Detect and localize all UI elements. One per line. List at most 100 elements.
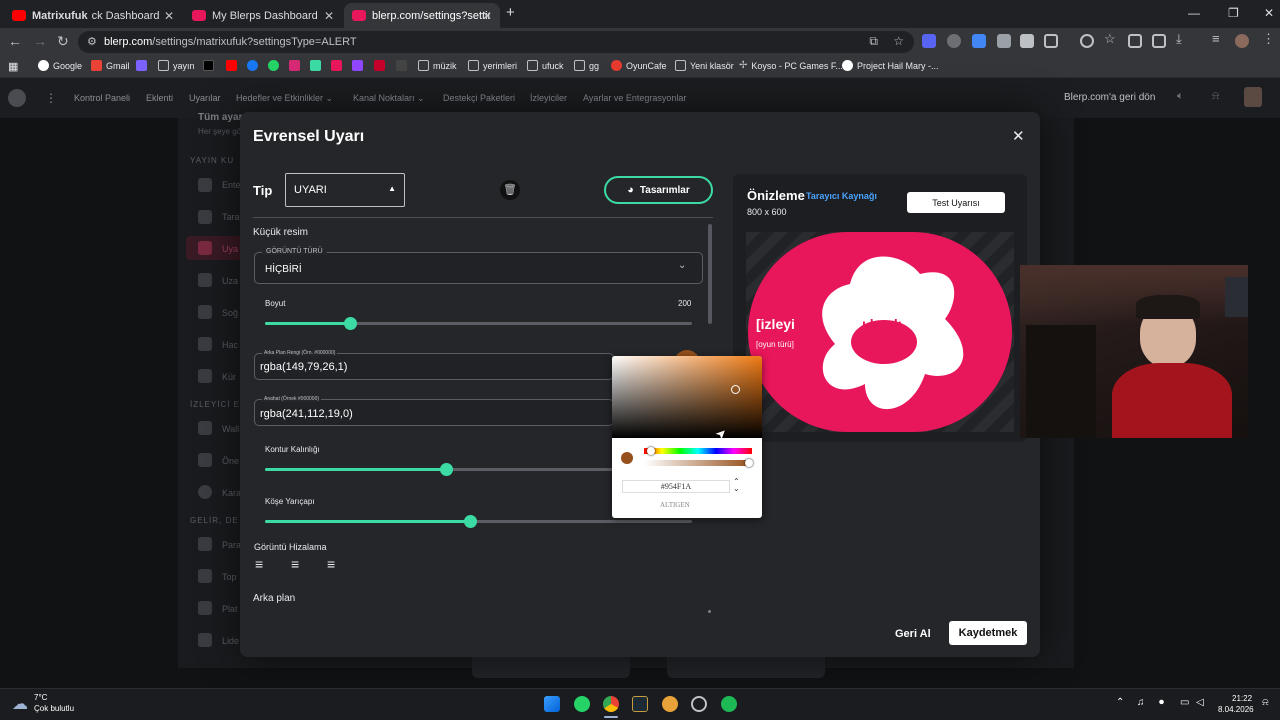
bell-icon[interactable]: ⍾ — [1212, 90, 1219, 103]
alpha-slider-thumb[interactable] — [745, 459, 753, 467]
user-avatar[interactable] — [1244, 87, 1262, 107]
extension-icon[interactable] — [997, 34, 1011, 48]
type-select[interactable]: UYARI ▲ — [285, 173, 405, 207]
bookmark-project-hail-mary[interactable]: Project Hail Mary -... — [842, 60, 939, 71]
forward-arrow-icon[interactable]: → — [33, 33, 47, 49]
reload-icon[interactable]: ↻ — [57, 33, 69, 50]
extension-icon[interactable] — [1020, 34, 1034, 48]
bookmark-link[interactable] — [374, 60, 389, 71]
network-icon[interactable]: ▭ — [1180, 697, 1189, 708]
nav-eklenti[interactable]: Eklenti — [146, 93, 173, 103]
bookmark-link[interactable] — [136, 60, 151, 71]
tab-my-blerps-dashboard[interactable]: My Blerps Dashboard ✕ — [184, 3, 342, 28]
sidebar-item[interactable]: Kara — [222, 488, 241, 498]
nav-izleyiciler[interactable]: İzleyiciler — [530, 93, 567, 103]
app-icon[interactable] — [691, 696, 707, 712]
refresh-extension-icon[interactable] — [1080, 34, 1094, 48]
bookmark-gmail[interactable]: Gmail — [91, 60, 130, 71]
bookmark-facebook[interactable] — [247, 60, 262, 71]
hex-input[interactable]: #954F1A — [622, 480, 730, 493]
address-bar[interactable]: ⚙ blerp.com/settings/matrixufuk?settings… — [78, 31, 914, 53]
format-toggle-icon[interactable]: ⌃ ⌄ — [733, 478, 740, 493]
display-type-select[interactable] — [254, 252, 703, 284]
sidebar-item[interactable]: Kür — [222, 372, 236, 382]
sidebar-item[interactable]: Tara — [222, 212, 240, 222]
extension-icon[interactable] — [972, 34, 986, 48]
close-tab-icon[interactable]: ✕ — [482, 9, 492, 23]
save-button[interactable]: Kaydetmek — [949, 621, 1027, 645]
bookmark-link[interactable] — [310, 60, 325, 71]
tab-blerp-settings[interactable]: blerp.com/settings?settingsTyp ✕ — [344, 3, 500, 28]
headset-icon[interactable]: ♫ — [1137, 697, 1145, 708]
minimize-button[interactable]: — — [1188, 6, 1200, 20]
sidebar-item[interactable]: Lide — [222, 636, 239, 646]
chevron-up-icon[interactable]: ⌃ — [1116, 697, 1124, 708]
align-left-icon[interactable]: ≡ — [255, 556, 263, 572]
favorites-icon[interactable]: ☆ — [1104, 31, 1118, 46]
new-tab-button[interactable]: + — [506, 4, 515, 21]
bookmark-oyuncafe[interactable]: OyunCafe — [611, 60, 667, 71]
sidebar-item[interactable]: Uya — [222, 244, 238, 254]
browser-menu-icon[interactable]: ⋮ — [1262, 31, 1276, 46]
clock-time[interactable]: 21:22 — [1232, 694, 1252, 703]
split-view-icon[interactable] — [1128, 34, 1142, 48]
notification-app-icon[interactable] — [662, 696, 678, 712]
clock-date[interactable]: 8.04.2026 — [1218, 705, 1254, 714]
profile-avatar[interactable] — [1235, 34, 1249, 48]
microphone-icon[interactable]: ⏺ — [1159, 697, 1164, 708]
size-slider-thumb[interactable] — [344, 317, 357, 330]
weather-temperature[interactable]: 7°C — [34, 693, 47, 702]
sidebar-item[interactable]: Soğ — [222, 308, 238, 318]
back-to-blerp-link[interactable]: Blerp.com'a geri dön — [1064, 92, 1155, 103]
back-arrow-icon[interactable]: ← — [8, 33, 22, 49]
bookmark-youtube[interactable] — [226, 60, 241, 71]
chrome-icon[interactable] — [603, 696, 619, 712]
sidebar-item[interactable]: Hac — [222, 340, 238, 350]
volume-icon[interactable]: 🔈︎ — [1177, 90, 1184, 103]
reading-list-icon[interactable]: ≡ — [1212, 31, 1226, 46]
bookmark-link[interactable] — [352, 60, 367, 71]
close-icon[interactable]: ✕ — [1012, 127, 1025, 145]
restore-button[interactable]: ❐ — [1228, 6, 1239, 20]
designs-button[interactable]: ◕ Tasarımlar — [604, 176, 713, 204]
nav-destekci-paketleri[interactable]: Destekçi Paketleri — [443, 93, 515, 103]
bookmark-yeni-klasor[interactable]: Yeni klasör — [675, 60, 734, 71]
bookmark-link[interactable] — [331, 60, 346, 71]
site-info-icon[interactable]: ⚙ — [87, 35, 97, 48]
nav-kontrol-paneli[interactable]: Kontrol Paneli — [74, 93, 130, 103]
sidebar-item[interactable]: Plat — [222, 604, 238, 614]
nav-ayarlar[interactable]: Ayarlar ve Entegrasyonlar — [583, 93, 686, 103]
whatsapp-icon[interactable] — [574, 696, 590, 712]
apps-grid-icon[interactable]: ▦ — [8, 60, 18, 73]
extensions-puzzle-icon[interactable] — [1044, 34, 1058, 48]
windows-start-icon[interactable] — [544, 696, 560, 712]
undo-button[interactable]: Geri Al — [895, 628, 931, 640]
speaker-icon[interactable]: ◁ — [1196, 697, 1204, 708]
saturation-area[interactable] — [612, 356, 762, 438]
league-client-icon[interactable] — [632, 696, 648, 712]
sidebar-item[interactable]: Para — [222, 540, 241, 550]
spotify-icon[interactable] — [721, 696, 737, 712]
hue-slider[interactable] — [644, 448, 752, 454]
close-tab-icon[interactable]: ✕ — [324, 9, 334, 23]
bookmark-koyso[interactable]: ✢ Koyso - PC Games F... — [739, 60, 843, 71]
sidebar-item[interactable]: Wall — [222, 424, 239, 434]
bookmark-ufuck[interactable]: ufuck — [527, 60, 564, 71]
test-alert-button[interactable]: Test Uyarısı — [907, 192, 1005, 213]
tab-matrixufuk[interactable]: Matrixufuk ck Dashboard ✕ — [4, 3, 182, 28]
hue-slider-thumb[interactable] — [647, 447, 655, 455]
bookmark-google[interactable]: Google — [38, 60, 82, 71]
alpha-slider[interactable] — [644, 460, 752, 466]
bookmark-muzik[interactable]: müzik — [418, 60, 457, 71]
nav-uyarilar[interactable]: Uyarılar — [189, 93, 221, 103]
scrollbar-thumb[interactable] — [708, 224, 712, 324]
bookmark-whatsapp[interactable] — [268, 60, 283, 71]
bookmark-link[interactable] — [396, 60, 411, 71]
extension-icon[interactable] — [922, 34, 936, 48]
align-right-icon[interactable]: ≡ — [327, 556, 335, 572]
download-icon[interactable]: ⤓ — [1176, 31, 1190, 46]
trash-icon[interactable]: 🗑︎ — [500, 180, 520, 200]
saturation-handle[interactable] — [731, 385, 740, 394]
close-window-button[interactable]: ✕ — [1264, 6, 1274, 20]
collections-icon[interactable] — [1152, 34, 1166, 48]
